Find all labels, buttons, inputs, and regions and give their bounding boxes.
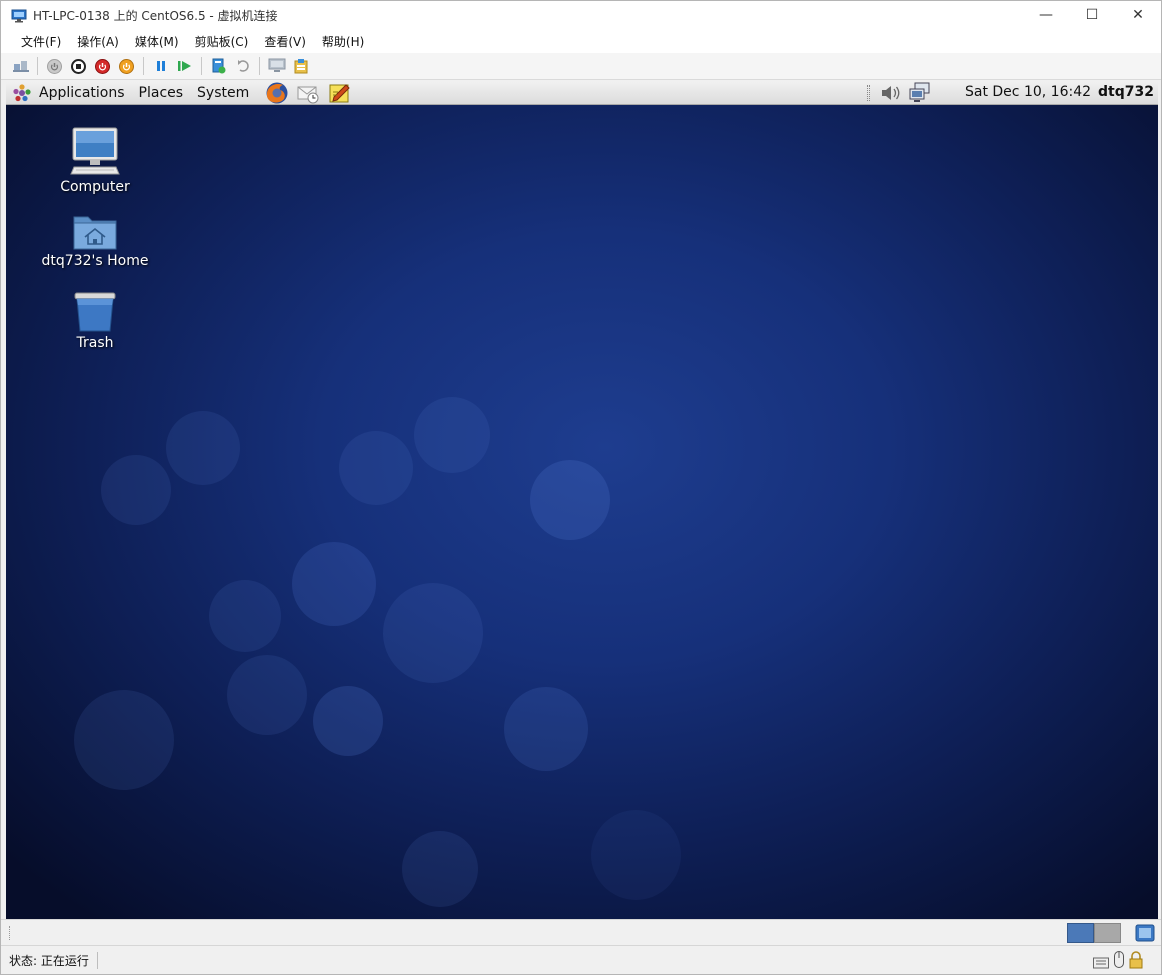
keyboard-indicator bbox=[1067, 923, 1121, 943]
desktop-icon-label: Trash bbox=[76, 335, 114, 351]
network-icon[interactable] bbox=[908, 82, 932, 104]
toolbar-separator bbox=[37, 57, 38, 75]
bokeh-circle bbox=[383, 583, 483, 683]
trash-icon bbox=[72, 291, 118, 333]
panel-clock[interactable]: Sat Dec 10, 16:42 bbox=[965, 84, 1091, 100]
toolbar-separator bbox=[201, 57, 202, 75]
menu-view[interactable]: 查看(V) bbox=[256, 33, 314, 50]
status-bar: 状态: 正在运行 bbox=[1, 945, 1161, 974]
toolbar-separator bbox=[143, 57, 144, 75]
vm-connection-window: HT-LPC-0138 上的 CentOS6.5 - 虚拟机连接 — ☐ ✕ 文… bbox=[0, 0, 1162, 975]
gnome-top-panel: Applications Places System Sat Dec 10, 1… bbox=[6, 81, 1158, 105]
menu-clipboard[interactable]: 剪贴板(C) bbox=[187, 33, 257, 50]
notes-launcher-icon[interactable] bbox=[328, 82, 352, 104]
menu-file[interactable]: 文件(F) bbox=[13, 33, 69, 50]
toolbar bbox=[1, 53, 1161, 80]
mouse-icon bbox=[1114, 951, 1124, 969]
bokeh-circle bbox=[313, 686, 383, 756]
volume-icon[interactable] bbox=[880, 83, 902, 103]
share-icon[interactable] bbox=[291, 57, 310, 76]
bokeh-circle bbox=[101, 455, 171, 525]
maximize-button[interactable]: ☐ bbox=[1069, 1, 1115, 29]
bokeh-circle bbox=[504, 687, 588, 771]
guest-display[interactable]: Applications Places System Sat Dec 10, 1… bbox=[6, 81, 1158, 919]
save-icon[interactable] bbox=[117, 57, 136, 76]
title-bar[interactable]: HT-LPC-0138 上的 CentOS6.5 - 虚拟机连接 — ☐ ✕ bbox=[1, 1, 1161, 29]
vm-connection-icon bbox=[11, 8, 27, 23]
pause-icon[interactable] bbox=[151, 57, 170, 76]
menu-help[interactable]: 帮助(H) bbox=[314, 33, 372, 50]
bokeh-circle bbox=[227, 655, 307, 735]
desktop-icon-trash[interactable]: Trash bbox=[35, 291, 155, 351]
desktop-icon-home[interactable]: dtq732's Home bbox=[35, 211, 155, 269]
keyboard-icon bbox=[1093, 954, 1109, 969]
close-button[interactable]: ✕ bbox=[1115, 1, 1161, 29]
checkpoint-icon[interactable] bbox=[209, 57, 228, 76]
bokeh-circle bbox=[530, 460, 610, 540]
lock-icon bbox=[1129, 951, 1143, 969]
turn-off-icon[interactable] bbox=[69, 57, 88, 76]
system-menu[interactable]: System bbox=[190, 85, 256, 101]
desktop-icon-label: dtq732's Home bbox=[41, 253, 149, 269]
panel-username[interactable]: dtq732 bbox=[1098, 84, 1154, 100]
keyboard-status-strip bbox=[1, 919, 1161, 945]
desktop-background[interactable]: Computer dtq732's Home Trash bbox=[6, 105, 1158, 919]
menu-media[interactable]: 媒体(M) bbox=[127, 33, 187, 50]
bokeh-circle bbox=[591, 810, 681, 900]
desktop-icon-label: Computer bbox=[60, 179, 130, 195]
bokeh-circle bbox=[292, 542, 376, 626]
window-title: HT-LPC-0138 上的 CentOS6.5 - 虚拟机连接 bbox=[33, 8, 278, 23]
bokeh-circle bbox=[339, 431, 413, 505]
bokeh-circle bbox=[209, 580, 281, 652]
home-folder-icon bbox=[72, 211, 118, 251]
desktop-icon-computer[interactable]: Computer bbox=[35, 127, 155, 195]
firefox-launcher-icon[interactable] bbox=[264, 81, 290, 105]
basic-session-icon[interactable] bbox=[1135, 923, 1155, 943]
revert-icon[interactable] bbox=[233, 57, 252, 76]
enhanced-session-icon[interactable] bbox=[267, 57, 286, 76]
shutdown-icon[interactable] bbox=[93, 57, 112, 76]
evolution-mail-icon[interactable] bbox=[296, 82, 320, 104]
places-menu[interactable]: Places bbox=[132, 85, 191, 101]
menu-action[interactable]: 操作(A) bbox=[69, 33, 127, 50]
bokeh-circle bbox=[414, 397, 490, 473]
menu-bar: 文件(F) 操作(A) 媒体(M) 剪贴板(C) 查看(V) 帮助(H) bbox=[1, 29, 1161, 53]
bokeh-circle bbox=[166, 411, 240, 485]
gnome-foot-icon[interactable] bbox=[12, 83, 32, 103]
bokeh-circle bbox=[402, 831, 478, 907]
toolbar-separator bbox=[259, 57, 260, 75]
panel-handle bbox=[867, 85, 870, 101]
start-icon[interactable] bbox=[45, 57, 64, 76]
bokeh-circle bbox=[74, 690, 174, 790]
status-text: 状态: 正在运行 bbox=[1, 951, 98, 969]
minimize-button[interactable]: — bbox=[1023, 1, 1069, 29]
resize-grip bbox=[9, 926, 11, 940]
applications-menu[interactable]: Applications bbox=[32, 85, 132, 101]
computer-icon bbox=[70, 127, 120, 177]
ctrl-alt-del-icon[interactable] bbox=[11, 57, 30, 76]
resume-icon[interactable] bbox=[175, 57, 194, 76]
